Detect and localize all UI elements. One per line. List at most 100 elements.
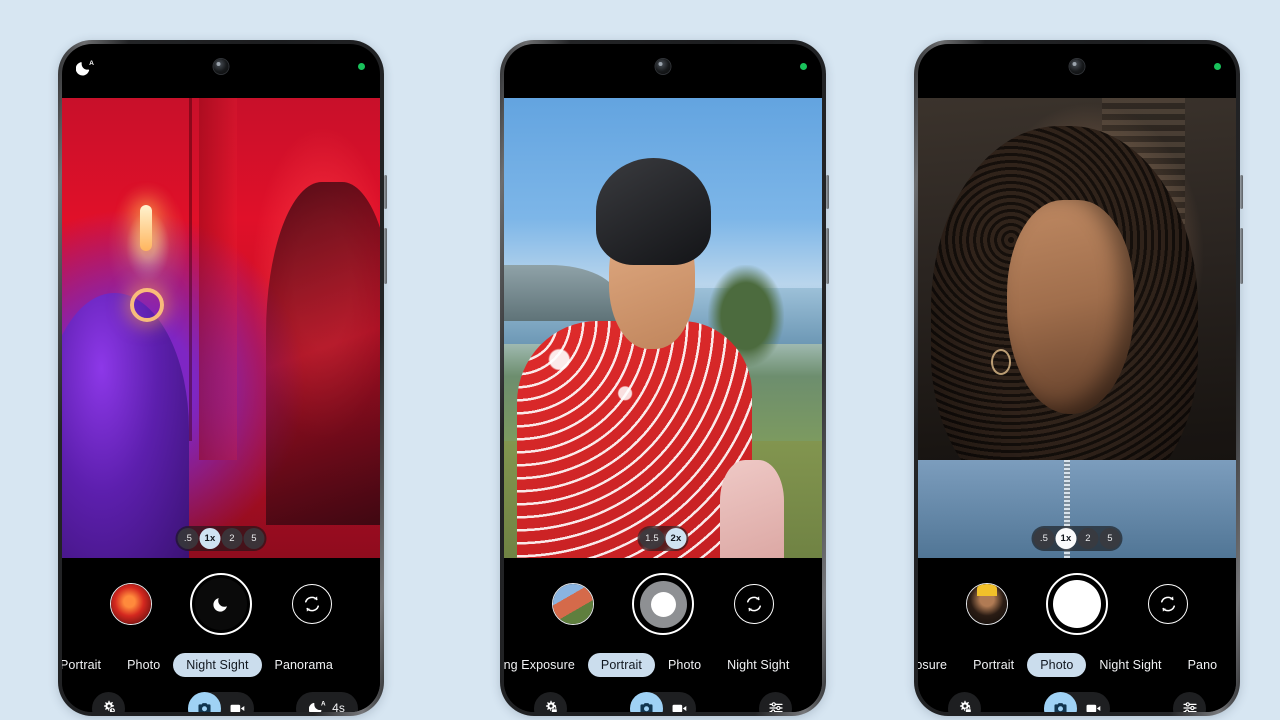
camera-icon xyxy=(1054,702,1067,712)
crescent-moon-icon xyxy=(213,598,227,612)
video-mode-toggle[interactable] xyxy=(221,692,254,713)
mode-panorama[interactable]: Panorama xyxy=(262,653,346,677)
mode-night-sight[interactable]: Night Sight xyxy=(173,653,262,677)
shutter-center-dot xyxy=(650,591,676,617)
tune-button[interactable] xyxy=(759,691,792,712)
zoom-chip-2x[interactable]: 2x xyxy=(665,528,687,549)
mode-photo[interactable]: Photo xyxy=(114,653,173,677)
settings-button[interactable] xyxy=(92,691,125,712)
camera-video-toggle[interactable] xyxy=(188,691,254,713)
mode-pano[interactable]: Pano xyxy=(1175,653,1231,677)
power-button[interactable] xyxy=(826,175,829,209)
phone-screen-portrait: 1.5 2x ng Exposure Portrait Photo Night … xyxy=(504,44,822,712)
zoom-chip-2[interactable]: 2 xyxy=(221,528,243,549)
zoom-chip-1x[interactable]: 1x xyxy=(199,528,221,549)
zoom-chip-5[interactable]: 5 xyxy=(1099,528,1121,549)
shutter-inner xyxy=(195,578,247,630)
phone-device-portrait: 1.5 2x ng Exposure Portrait Photo Night … xyxy=(500,40,829,716)
shutter-button-photo[interactable] xyxy=(1046,573,1108,635)
settings-gear-lock-icon xyxy=(959,700,972,712)
zoom-chip-1p5[interactable]: 1.5 xyxy=(639,528,665,549)
flip-camera-button[interactable] xyxy=(1148,584,1188,624)
camera-controls-deck: Portrait Photo Night Sight Panorama A 4s xyxy=(62,558,380,712)
flip-camera-icon xyxy=(746,596,762,612)
mode-night-sight[interactable]: Night Sight xyxy=(714,653,802,677)
gallery-thumbnail[interactable] xyxy=(966,583,1008,625)
scene-door-frame xyxy=(198,98,237,460)
flip-camera-icon xyxy=(304,596,320,612)
camera-mode-toggle[interactable] xyxy=(630,691,663,712)
mode-list: ExposurePortraitPhotoNight SightPano xyxy=(918,653,1230,677)
tune-button[interactable] xyxy=(1173,691,1206,712)
front-camera-punch-hole xyxy=(655,59,671,74)
video-camera-icon xyxy=(1086,704,1101,712)
scene-figure-right xyxy=(265,181,380,525)
tune-sliders-icon xyxy=(768,702,783,712)
power-button[interactable] xyxy=(384,175,387,209)
gallery-thumbnail[interactable] xyxy=(110,583,152,625)
mode-portrait[interactable]: Portrait xyxy=(587,653,655,677)
mode-carousel[interactable]: Portrait Photo Night Sight Panorama xyxy=(62,650,380,680)
utility-row xyxy=(918,680,1236,712)
gallery-thumbnail[interactable] xyxy=(552,583,594,625)
flip-camera-button[interactable] xyxy=(734,584,774,624)
camera-mode-toggle[interactable] xyxy=(188,691,221,712)
zoom-chip-p5[interactable]: .5 xyxy=(177,528,199,549)
zoom-chip-5[interactable]: 5 xyxy=(243,528,265,549)
scene-subject-arm xyxy=(720,459,784,562)
camera-video-toggle[interactable] xyxy=(1044,691,1110,713)
night-sight-auto-icon: A xyxy=(309,700,326,712)
night-sight-timer-button[interactable]: A 4s xyxy=(296,691,358,712)
settings-gear-lock-icon xyxy=(545,700,558,712)
video-mode-toggle[interactable] xyxy=(663,692,696,713)
green-privacy-dot xyxy=(358,63,365,70)
zoom-chip-2[interactable]: 2 xyxy=(1077,528,1099,549)
mode-carousel[interactable]: ExposurePortraitPhotoNight SightPano xyxy=(918,650,1236,680)
volume-button[interactable] xyxy=(384,228,387,284)
zoom-chip-1x[interactable]: 1x xyxy=(1055,528,1077,549)
camera-icon xyxy=(198,702,211,712)
mode-photo[interactable]: Photo xyxy=(655,653,714,677)
utility-row xyxy=(504,680,822,712)
green-privacy-dot xyxy=(800,63,807,70)
scene-neon-candle xyxy=(139,204,152,251)
status-bar: A xyxy=(62,44,380,90)
phone-device-night-sight: A .5 1x 2 5 Portrait Photo Night Sight P… xyxy=(58,40,387,716)
zoom-level-selector[interactable]: 1.5 2x xyxy=(637,526,689,551)
settings-button[interactable] xyxy=(948,691,981,712)
flip-camera-button[interactable] xyxy=(292,584,332,624)
status-bar xyxy=(504,44,822,90)
mode-carousel[interactable]: Long ExposurePortraitPhotoNight Sight xyxy=(504,650,822,680)
zoom-level-selector[interactable]: .5 1x 2 5 xyxy=(175,526,267,551)
shutter-inner xyxy=(1053,580,1101,628)
settings-button[interactable] xyxy=(534,691,567,712)
video-mode-toggle[interactable] xyxy=(1077,692,1110,713)
mode-night-sight[interactable]: Night Sight xyxy=(1086,653,1174,677)
mode-exposure[interactable]: Exposure xyxy=(918,653,960,677)
volume-button[interactable] xyxy=(826,228,829,284)
power-button[interactable] xyxy=(1240,175,1243,209)
flip-camera-icon xyxy=(1160,596,1176,612)
shutter-row xyxy=(918,558,1236,650)
camera-video-toggle[interactable] xyxy=(630,691,696,713)
video-camera-icon xyxy=(672,704,687,712)
svg-text:A: A xyxy=(89,59,94,66)
viewfinder-portrait[interactable]: 1.5 2x xyxy=(504,98,822,562)
svg-text:A: A xyxy=(321,700,326,707)
mode-portrait[interactable]: Portrait xyxy=(62,653,114,677)
shutter-button-night-sight[interactable] xyxy=(190,573,252,635)
mode-long-exposure[interactable]: Long Exposure xyxy=(504,653,588,677)
zoom-level-selector[interactable]: .5 1x 2 5 xyxy=(1031,526,1123,551)
scene-subject-helmet xyxy=(596,158,711,266)
viewfinder-night-sight[interactable]: .5 1x 2 5 xyxy=(62,98,380,562)
screenshot-stage: A .5 1x 2 5 Portrait Photo Night Sight P… xyxy=(0,0,1280,720)
mode-photo[interactable]: Photo xyxy=(1027,653,1087,677)
volume-button[interactable] xyxy=(1240,228,1243,284)
mode-portrait[interactable]: Portrait xyxy=(960,653,1027,677)
camera-mode-toggle[interactable] xyxy=(1044,691,1077,712)
shutter-button-portrait[interactable] xyxy=(632,573,694,635)
zoom-chip-p5[interactable]: .5 xyxy=(1033,528,1055,549)
viewfinder-photo[interactable]: .5 1x 2 5 xyxy=(918,98,1236,562)
shutter-row xyxy=(504,558,822,650)
video-camera-icon xyxy=(230,704,245,712)
